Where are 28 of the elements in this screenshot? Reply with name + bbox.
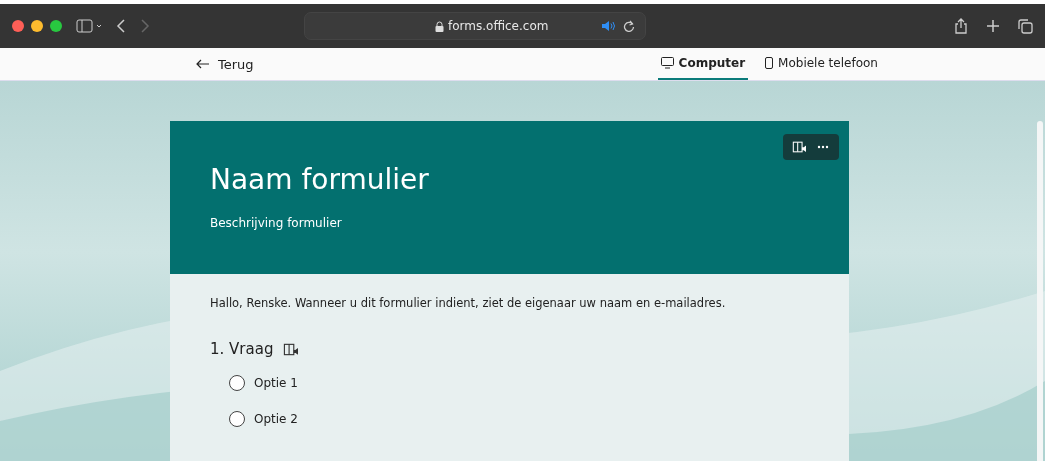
question-title: 1. Vraag [210,340,274,358]
back-button[interactable]: Terug [192,52,258,76]
monitor-icon [660,57,674,69]
scrollbar[interactable] [1037,121,1043,461]
option-label: Optie 1 [254,376,298,390]
radio-button[interactable] [229,375,245,391]
form-description: Beschrijving formulier [210,216,343,230]
reload-icon[interactable] [623,20,635,32]
arrow-left-icon [196,59,210,69]
immersive-reader-icon[interactable] [283,341,299,357]
radio-button[interactable] [229,411,245,427]
sidebar-icon[interactable] [76,19,102,33]
minimize-icon[interactable] [31,20,43,32]
address-bar[interactable]: forms.office.com [304,12,646,40]
option-label: Optie 2 [254,412,298,426]
lock-icon [435,20,444,32]
maximize-icon[interactable] [50,20,62,32]
speaker-icon[interactable] [601,20,615,32]
share-icon[interactable] [954,18,968,34]
plus-icon[interactable] [986,19,1000,33]
back-icon[interactable] [116,19,126,33]
form-title: Naam formulier [210,163,430,196]
phone-icon [765,57,774,69]
url-text: forms.office.com [448,19,549,33]
close-icon[interactable] [12,20,24,32]
identity-notice: Hallo, Renske. Wanneer u dit formulier indient, ziet de eigenaar uw naam en e-mailadres. [210,296,727,310]
device-tab[interactable]: Mobiele telefoon [762,48,881,80]
tabs-overview-icon[interactable] [1018,18,1033,34]
